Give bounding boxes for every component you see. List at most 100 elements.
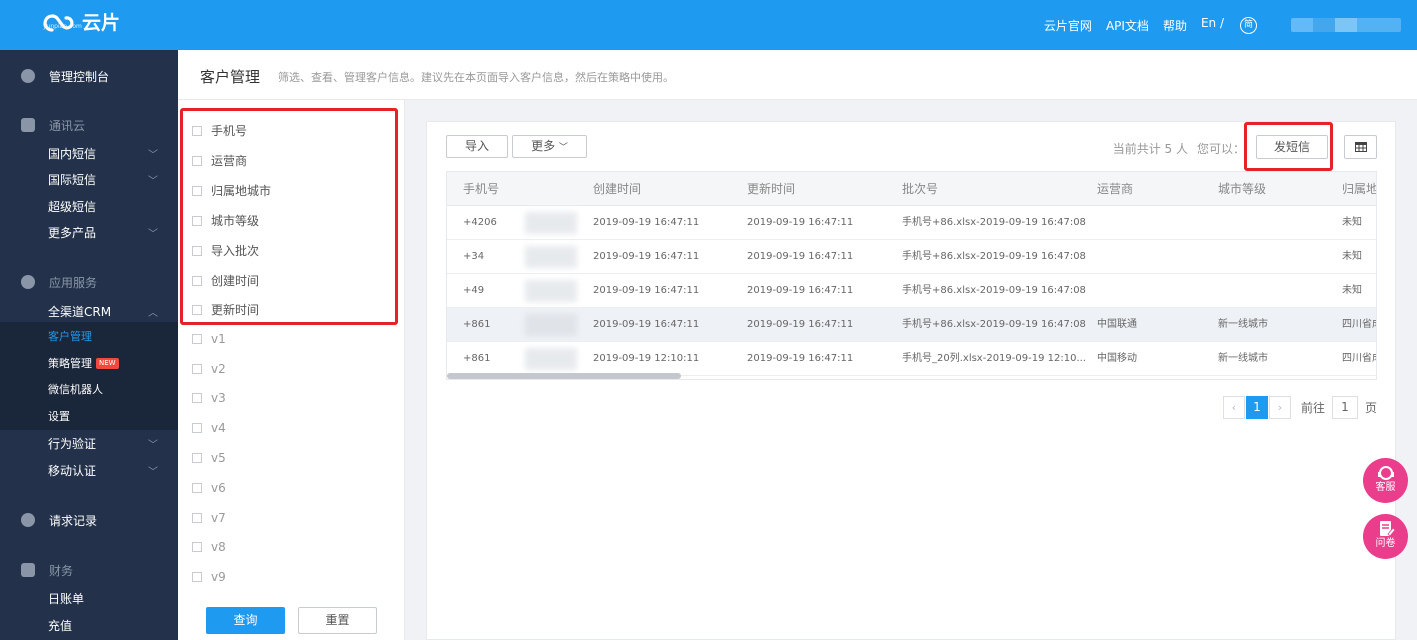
column-header[interactable]: 运营商 [1097, 172, 1133, 206]
sidebar-item-domestic-sms[interactable]: 国内短信 ﹀ [0, 143, 178, 163]
filter-field-label: v1 [211, 332, 226, 346]
cell-city-level: 新一线城市 [1218, 319, 1268, 330]
sidebar-item-wechat-bot[interactable]: 微信机器人 [0, 379, 178, 399]
sidebar-item-crm[interactable]: 全渠道CRM ︿ [0, 301, 178, 321]
sidebar-item-more-products[interactable]: 更多产品 ﹀ [0, 222, 178, 242]
cell-updated: 2019-09-19 16:47:11 [747, 285, 854, 296]
sidebar-item-label: 充值 [48, 618, 73, 633]
table-row[interactable]: +861 2019-09-19 12:10:11 2019-09-19 16:4… [447, 342, 1376, 376]
cell-phone: +49 [463, 285, 485, 296]
sidebar-item-label: 国际短信 [48, 172, 97, 187]
sidebar-item-label: 日账单 [48, 591, 85, 606]
filter-field-label: v2 [211, 362, 226, 376]
sidebar-item-label: 行为验证 [48, 436, 97, 451]
filter-field-v8[interactable]: v8 [192, 540, 226, 554]
sidebar-item-recharge[interactable]: 充值 [0, 615, 178, 635]
filter-field-v4[interactable]: v4 [192, 421, 226, 435]
import-button[interactable]: 导入 [446, 135, 508, 158]
top-nav: 云片官网 API文档 帮助 En / 简 [1044, 0, 1417, 50]
checkbox[interactable] [192, 393, 202, 403]
cell-phone: +861 [463, 319, 491, 330]
sidebar-item-super-sms[interactable]: 超级短信 [0, 196, 178, 216]
table-row[interactable]: +49 2019-09-19 16:47:11 2019-09-19 16:47… [447, 274, 1376, 308]
cell-location: 四川省成 [1342, 353, 1376, 364]
horizontal-scrollbar[interactable] [447, 373, 681, 379]
table-row[interactable]: +34 2019-09-19 16:47:11 2019-09-19 16:47… [447, 240, 1376, 274]
filter-field-v3[interactable]: v3 [192, 391, 226, 405]
sidebar-item-label: 全渠道CRM [48, 304, 112, 319]
checkbox[interactable] [192, 364, 202, 374]
checkbox[interactable] [192, 572, 202, 582]
sidebar-item-intl-sms[interactable]: 国际短信 ﹀ [0, 169, 178, 189]
column-header[interactable]: 手机号 [463, 172, 499, 206]
checkbox[interactable] [192, 453, 202, 463]
filter-field-label: v3 [211, 391, 226, 405]
column-header[interactable]: 归属地 [1342, 172, 1376, 206]
nav-official-site[interactable]: 云片官网 [1044, 17, 1092, 34]
cell-location: 四川省成 [1342, 319, 1376, 330]
customer-service-button[interactable]: 客服 [1363, 458, 1408, 503]
filter-field-v9[interactable]: v9 [192, 570, 226, 584]
page-current[interactable]: 1 [1245, 396, 1268, 419]
wallet-icon [21, 563, 35, 577]
goto-page-input[interactable]: 1 [1331, 396, 1358, 419]
sidebar-item-settings[interactable]: 设置 [0, 406, 178, 426]
checkbox[interactable] [192, 513, 202, 523]
sidebar: 管理控制台 通讯云 国内短信 ﹀ 国际短信 ﹀ 超级短信 更多产品 ﹀ 应用服务… [0, 50, 178, 640]
pagination: ‹ 1 › 前往 1 页 [1222, 396, 1377, 419]
headset-icon [1377, 466, 1394, 480]
filter-field-label: v8 [211, 540, 226, 554]
checkbox[interactable] [192, 542, 202, 552]
column-header[interactable]: 创建时间 [593, 172, 641, 206]
language-switch[interactable]: En / 简 [1201, 16, 1271, 34]
chevron-down-icon: ﹀ [148, 439, 158, 451]
sidebar-group-app-services: 应用服务 [0, 272, 178, 292]
cell-batch: 手机号_20列.xlsx-2019-09-19 12:10... [902, 353, 1086, 364]
cell-updated: 2019-09-19 16:47:11 [747, 319, 854, 330]
sidebar-item-behavior-verify[interactable]: 行为验证 ﹀ [0, 433, 178, 453]
next-page-icon[interactable]: › [1268, 396, 1291, 419]
sidebar-item-dashboard[interactable]: 管理控制台 [0, 66, 178, 86]
filter-field-v1[interactable]: v1 [192, 332, 226, 346]
filter-field-v6[interactable]: v6 [192, 481, 226, 495]
more-dropdown-button[interactable]: 更多 ﹀ [512, 135, 587, 158]
group-title: 应用服务 [49, 275, 98, 290]
filter-field-v5[interactable]: v5 [192, 451, 226, 465]
dashboard-icon [21, 69, 35, 83]
cell-carrier: 中国联通 [1097, 319, 1137, 330]
user-account-blurred[interactable] [1291, 18, 1401, 32]
survey-button[interactable]: 问卷 [1363, 514, 1408, 559]
checkbox[interactable] [192, 423, 202, 433]
table-header: 手机号 创建时间 更新时间 批次号 运营商 城市等级 归属地 [447, 172, 1376, 206]
query-button[interactable]: 查询 [206, 607, 285, 634]
checkbox[interactable] [192, 483, 202, 493]
nav-help[interactable]: 帮助 [1163, 17, 1187, 34]
filter-field-v7[interactable]: v7 [192, 511, 226, 525]
page-description: 筛选、查看、管理客户信息。建议先在本页面导入客户信息，然后在策略中使用。 [278, 71, 674, 84]
survey-edit-icon [1379, 521, 1396, 537]
reset-button[interactable]: 重置 [298, 607, 377, 634]
column-settings-icon[interactable] [1344, 135, 1377, 159]
checkbox[interactable] [192, 334, 202, 344]
column-header[interactable]: 批次号 [902, 172, 938, 206]
sidebar-item-label: 设置 [48, 410, 70, 423]
table-row[interactable]: +4206 2019-09-19 16:47:11 2019-09-19 16:… [447, 206, 1376, 240]
customer-count: 当前共计 5 人 [1112, 142, 1188, 156]
cell-created: 2019-09-19 16:47:11 [593, 217, 700, 228]
cell-batch: 手机号+86.xlsx-2019-09-19 16:47:08 [902, 251, 1086, 262]
table-row-hovered[interactable]: +861 2019-09-19 16:47:11 2019-09-19 16:4… [447, 308, 1376, 342]
sidebar-item-daily-bill[interactable]: 日账单 [0, 588, 178, 608]
sidebar-item-customer-mgmt[interactable]: 客户管理 [0, 326, 178, 346]
sidebar-item-mobile-auth[interactable]: 移动认证 ﹀ [0, 460, 178, 480]
filter-field-v2[interactable]: v2 [192, 362, 226, 376]
customer-service-label: 客服 [1375, 482, 1396, 493]
column-header[interactable]: 更新时间 [747, 172, 795, 206]
top-bar: 云片 yunpian.com 云片官网 API文档 帮助 En / 简 [0, 0, 1417, 50]
nav-api-docs[interactable]: API文档 [1106, 17, 1149, 34]
apps-icon [21, 275, 35, 289]
prev-page-icon[interactable]: ‹ [1222, 396, 1245, 419]
column-header[interactable]: 城市等级 [1218, 172, 1266, 206]
cell-updated: 2019-09-19 16:47:11 [747, 353, 854, 364]
sidebar-item-strategy-mgmt[interactable]: 策略管理 NEW [0, 353, 178, 373]
sidebar-item-request-log[interactable]: 请求记录 [0, 510, 178, 530]
